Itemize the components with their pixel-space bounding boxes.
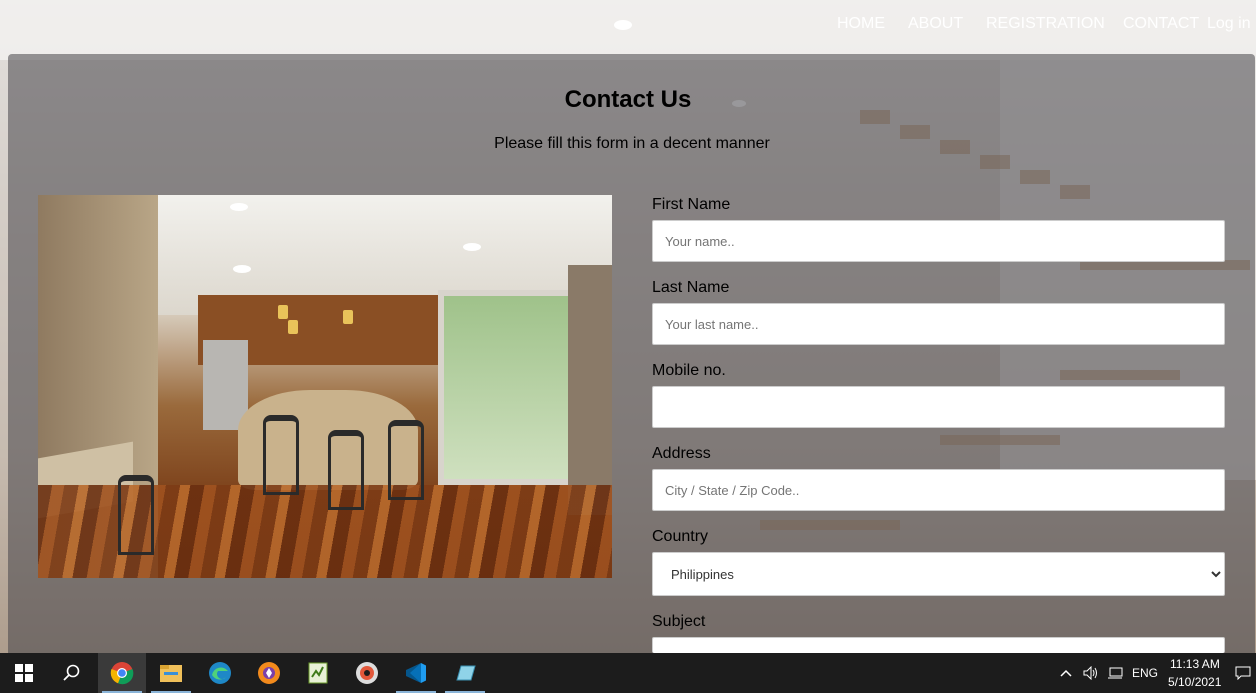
- country-label: Country: [652, 528, 709, 545]
- subject-input[interactable]: [652, 637, 1225, 653]
- edge-icon[interactable]: [196, 653, 244, 693]
- vscode-icon[interactable]: [392, 653, 440, 693]
- subject-label: Subject: [652, 613, 706, 630]
- top-navigation: HOME ABOUT REGISTRATION CONTACT Log in: [0, 0, 1256, 50]
- windows-start-icon[interactable]: [0, 653, 48, 693]
- notepad-plus-icon[interactable]: [294, 653, 342, 693]
- last-name-label: Last Name: [652, 279, 730, 296]
- mobile-label: Mobile no.: [652, 362, 726, 379]
- chrome-icon[interactable]: [98, 653, 146, 693]
- login-link[interactable]: Log in: [1207, 15, 1251, 33]
- media-player-icon[interactable]: [343, 653, 391, 693]
- kitchen-photo: [38, 195, 612, 578]
- nav-home-link[interactable]: HOME: [837, 15, 885, 33]
- country-select[interactable]: Philippines: [652, 552, 1225, 596]
- mobile-input[interactable]: [652, 386, 1225, 428]
- brave-icon[interactable]: [245, 653, 293, 693]
- show-hidden-icons-icon[interactable]: [1055, 653, 1077, 693]
- app-icon[interactable]: [441, 653, 489, 693]
- first-name-input[interactable]: [652, 220, 1225, 262]
- nav-contact-link[interactable]: CONTACT: [1123, 15, 1199, 33]
- clock-date[interactable]: 5/10/2021: [1168, 675, 1221, 689]
- page-subtitle: Please fill this form in a decent manner: [494, 135, 770, 152]
- search-icon[interactable]: [48, 653, 96, 693]
- file-explorer-icon[interactable]: [147, 653, 195, 693]
- nav-registration-link[interactable]: REGISTRATION: [986, 15, 1105, 33]
- notifications-icon[interactable]: [1230, 653, 1256, 693]
- network-icon[interactable]: [1104, 653, 1126, 693]
- last-name-input[interactable]: [652, 303, 1225, 345]
- page-title: Contact Us: [564, 86, 692, 113]
- first-name-label: First Name: [652, 196, 731, 213]
- language-indicator[interactable]: ENG: [1132, 666, 1158, 680]
- address-label: Address: [652, 445, 711, 462]
- windows-taskbar: ENG 11:13 AM 5/10/2021: [0, 653, 1256, 693]
- nav-about-link[interactable]: ABOUT: [908, 15, 963, 33]
- volume-icon[interactable]: [1080, 653, 1102, 693]
- clock-time[interactable]: 11:13 AM: [1170, 657, 1220, 671]
- address-input[interactable]: [652, 469, 1225, 511]
